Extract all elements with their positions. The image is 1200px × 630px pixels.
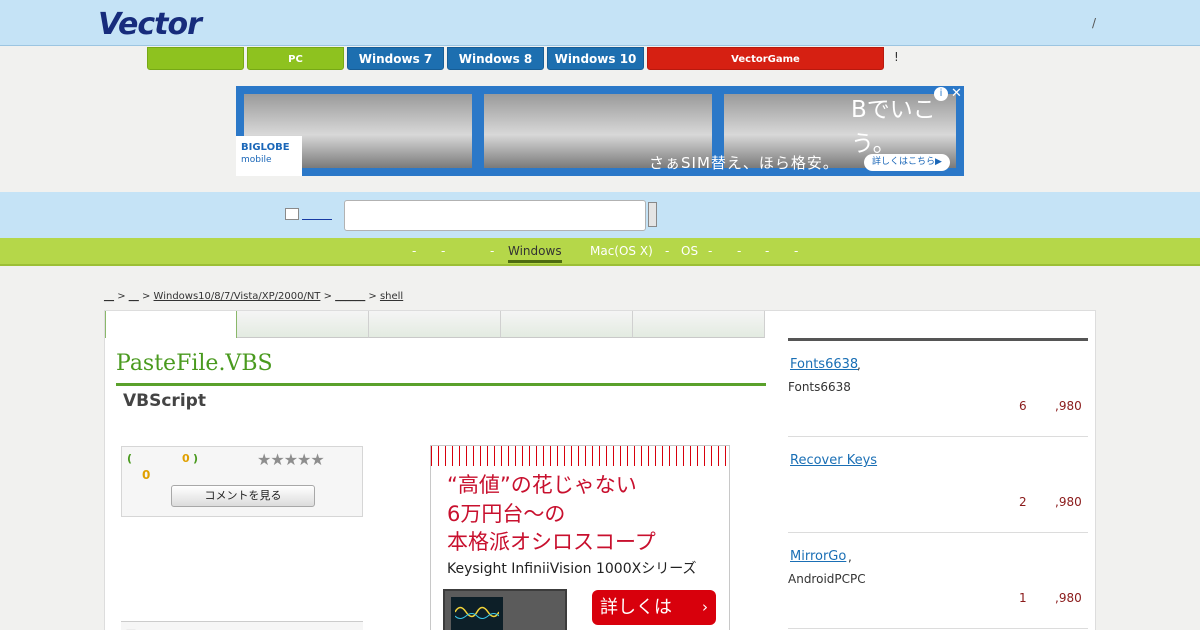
site-header: Vector / — [0, 0, 1200, 46]
main-content: PasteFile.VBS VBScript ( 0 ) 0 ★★★★★ コメン… — [104, 310, 1096, 630]
nav-tab-pc[interactable]: PC — [247, 47, 344, 70]
ad-brand-logo: BIGLOBE mobile — [236, 136, 302, 176]
tab-overview[interactable] — [105, 311, 237, 338]
category-item[interactable]: - — [490, 244, 494, 258]
breadcrumb-sep: > — [141, 291, 151, 302]
breadcrumb-link[interactable]: Windows10/8/7/Vista/XP/2000/NT — [154, 291, 321, 302]
nav-tab-windows8[interactable]: Windows 8 — [447, 47, 544, 70]
ranking-price: ,980 — [1055, 495, 1082, 509]
tab-2[interactable] — [237, 311, 369, 338]
category-item[interactable]: - — [665, 244, 669, 258]
view-comments-button[interactable]: コメントを見る — [171, 485, 315, 507]
ranking-link[interactable]: MirrorGo — [790, 549, 846, 564]
ad-details-button[interactable]: 詳しくは › — [592, 590, 716, 625]
info-icon[interactable]: i — [934, 87, 948, 101]
chevron-right-icon: › — [702, 598, 708, 616]
title-divider — [116, 383, 766, 386]
category-item[interactable]: - — [794, 244, 798, 258]
close-icon[interactable]: ✕ — [951, 86, 962, 101]
search-bar — [0, 192, 1200, 238]
ranking-count: 6 — [1019, 399, 1027, 413]
ad-product-name: Keysight InfiniiVision 1000Xシリーズ — [447, 561, 697, 577]
breadcrumb-link[interactable]: ______ — [335, 291, 365, 302]
nav-exclaim: ! — [894, 50, 899, 64]
nav-tab-home[interactable] — [147, 47, 244, 70]
category-item[interactable]: - — [441, 244, 445, 258]
nav-tab-windows10[interactable]: Windows 10 — [547, 47, 644, 70]
ad-headline: Bでいこう。 — [851, 97, 936, 157]
ranking-desc: Fonts6638 — [788, 380, 851, 394]
info-box: — — [121, 621, 363, 630]
ad-line-2: 6万円台～の — [447, 502, 566, 526]
header-right-text[interactable]: / — [1092, 16, 1096, 30]
ranking-comma: , — [857, 358, 861, 372]
ranking-item: MirrorGo , AndroidPCPC 1 ,980 — [788, 533, 1088, 629]
ranking-item: Recover Keys 2 ,980 — [788, 437, 1088, 533]
ad-subtext: さぁSIM替え、ほら格安。 — [649, 154, 839, 172]
oscilloscope-image — [443, 589, 567, 630]
logo-text: Vector — [98, 7, 202, 42]
ranking-price: ,980 — [1055, 399, 1082, 413]
tab-4[interactable] — [501, 311, 633, 338]
breadcrumb-sep: > — [323, 291, 332, 302]
breadcrumb-sep: > — [368, 291, 377, 302]
category-mac[interactable]: Mac(OS X) — [590, 244, 653, 258]
scope-screen — [451, 597, 503, 630]
search-button[interactable] — [648, 202, 657, 227]
vector-logo[interactable]: Vector — [98, 7, 202, 42]
rating-close-paren: ) — [193, 452, 199, 465]
waveform-icon — [455, 606, 499, 619]
ranking-comma: , — [848, 550, 852, 564]
tab-5[interactable] — [633, 311, 765, 338]
ranking-link[interactable]: Recover Keys — [790, 453, 877, 468]
ranking-item: Fonts6638 , Fonts6638 6 ,980 — [788, 341, 1088, 437]
info-box-text: — — [126, 625, 136, 630]
product-subtitle: VBScript — [123, 391, 206, 411]
ad-brand: BIGLOBE — [241, 142, 290, 153]
star-rating-icon: ★★★★★ — [257, 450, 325, 469]
category-windows[interactable]: Windows — [508, 244, 562, 263]
category-item[interactable]: - — [708, 244, 712, 258]
breadcrumb-sep: > — [117, 291, 126, 302]
breadcrumb-link[interactable]: __ — [129, 291, 139, 302]
search-link[interactable] — [302, 212, 332, 220]
category-item[interactable]: - — [737, 244, 741, 258]
search-input[interactable] — [344, 200, 646, 231]
category-os[interactable]: OS — [681, 244, 698, 258]
rating-box: ( 0 ) 0 ★★★★★ コメントを見る — [121, 446, 363, 517]
ad-brand-sub: mobile — [241, 155, 272, 165]
oscilloscope-ad[interactable]: “高値”の花じゃない 6万円台～の 本格派オシロスコープ Keysight In… — [430, 445, 730, 630]
ranking-link[interactable]: Fonts6638 — [790, 357, 858, 372]
ad-line-1: “高値”の花じゃない — [447, 473, 637, 497]
product-title: PasteFile.VBS — [116, 351, 273, 376]
breadcrumb-link[interactable]: shell — [380, 291, 403, 302]
rating-score: 0 — [142, 468, 151, 482]
rating-open-paren: ( — [127, 452, 133, 465]
category-bar: - - - Windows Mac(OS X) - OS - - - - — [0, 238, 1200, 266]
ad-details-label: 詳しくは — [600, 597, 672, 618]
ad-line-3: 本格派オシロスコープ — [447, 530, 656, 554]
category-item[interactable]: - — [765, 244, 769, 258]
ranking-desc: AndroidPCPC — [788, 572, 866, 586]
chart-icon — [285, 208, 299, 220]
category-item[interactable]: - — [412, 244, 416, 258]
ranking-count: 2 — [1019, 495, 1027, 509]
rating-count: 0 — [182, 452, 190, 465]
top-banner-ad[interactable]: BIGLOBE mobile Bでいこう。 さぁSIM替え、ほら格安。 詳しくはこ… — [236, 86, 964, 176]
ranking-price: ,980 — [1055, 591, 1082, 605]
ranking-count: 1 — [1019, 591, 1027, 605]
nav-tab-windows7[interactable]: Windows 7 — [347, 47, 444, 70]
tab-3[interactable] — [369, 311, 501, 338]
ad-cta-button[interactable]: 詳しくはこちら▶ — [864, 154, 950, 171]
ad-stripes — [431, 446, 729, 466]
breadcrumb: __ > __ > Windows10/8/7/Vista/XP/2000/NT… — [104, 291, 403, 302]
breadcrumb-link[interactable]: __ — [104, 291, 114, 302]
nav-tab-vectorgame[interactable]: VectorGame — [647, 47, 884, 70]
